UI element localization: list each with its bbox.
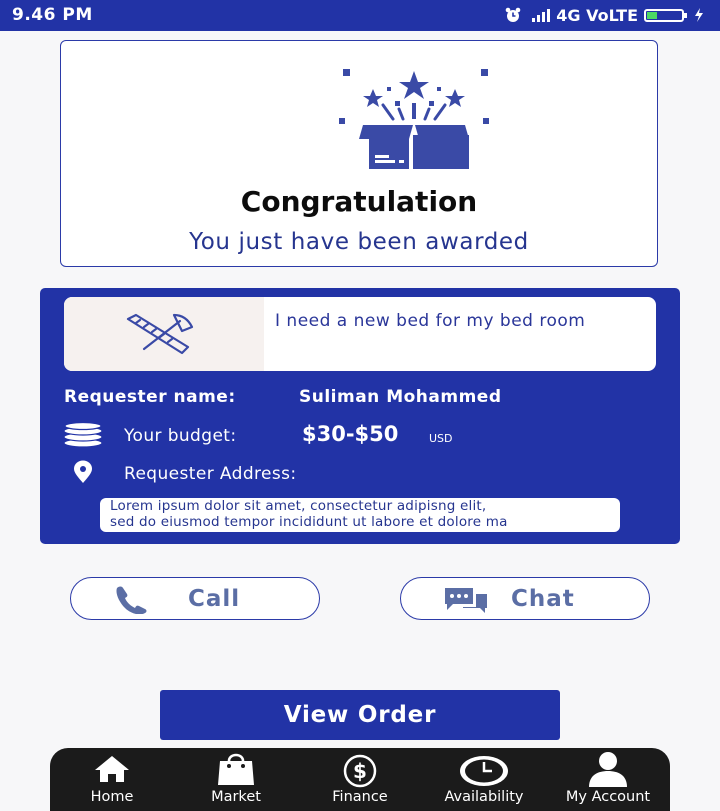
nav-my-account[interactable]: My Account [546, 748, 670, 811]
address-label: Requester Address: [124, 464, 297, 484]
requester-name-label: Requester name: [64, 387, 236, 407]
nav-market[interactable]: Market [174, 748, 298, 811]
dollar-icon: $ [343, 754, 377, 788]
alarm-icon [505, 7, 521, 22]
gift-box-icon [339, 69, 489, 169]
svg-text:$: $ [353, 759, 367, 783]
charging-icon [695, 8, 703, 22]
chat-label: Chat [511, 586, 575, 612]
budget-currency: USD [429, 432, 453, 445]
tools-thumbnail [64, 297, 264, 371]
status-time: 9.46 PM [12, 5, 93, 25]
shopping-bag-icon [218, 753, 254, 785]
bottom-nav: Home Market $ Finance Availability My Ac… [50, 748, 670, 811]
battery-icon [644, 8, 687, 22]
nav-availability[interactable]: Availability [422, 748, 546, 811]
call-button[interactable]: Call [70, 577, 320, 620]
award-title: Congratulation [240, 185, 478, 218]
nav-home[interactable]: Home [50, 748, 174, 811]
address-line-1: Lorem ipsum dolor sit amet, consectetur … [110, 499, 487, 514]
job-summary[interactable]: I need a new bed for my bed room [64, 297, 656, 371]
status-icons: 4G VoLTE [504, 5, 704, 25]
coins-icon [63, 422, 103, 448]
view-order-button[interactable]: View Order [160, 690, 560, 740]
call-label: Call [188, 586, 241, 612]
tools-icon [126, 313, 194, 355]
home-icon [95, 756, 129, 782]
status-bar: 9.46 PM 4G VoLTE [0, 0, 720, 31]
signal-icon [532, 8, 551, 22]
nav-availability-label: Availability [444, 789, 524, 805]
address-line-2: sed do eiusmod tempor incididunt ut labo… [110, 514, 508, 530]
network-label: 4G VoLTE [556, 5, 638, 25]
nav-finance[interactable]: $ Finance [298, 748, 422, 811]
requester-name-value: Suliman Mohammed [299, 387, 502, 407]
job-title: I need a new bed for my bed room [275, 311, 586, 331]
user-icon [589, 752, 627, 787]
nav-market-label: Market [211, 789, 261, 805]
chat-bubbles-icon [445, 588, 487, 613]
budget-label: Your budget: [124, 426, 237, 446]
award-card: Congratulation You just have been awarde… [60, 40, 658, 267]
job-card: I need a new bed for my bed room Request… [40, 288, 680, 544]
nav-my-account-label: My Account [565, 789, 651, 805]
address-text: Lorem ipsum dolor sit amet, consectetur … [110, 499, 615, 530]
award-subtitle: You just have been awarded [189, 229, 529, 255]
address-box: Lorem ipsum dolor sit amet, consectetur … [100, 498, 620, 532]
clock-icon [460, 756, 508, 786]
location-pin-icon [74, 460, 92, 483]
budget-amount: $30-$50 [302, 422, 399, 446]
nav-finance-label: Finance [332, 789, 388, 805]
chat-button[interactable]: Chat [400, 577, 650, 620]
phone-icon [116, 586, 147, 614]
nav-home-label: Home [90, 789, 134, 805]
